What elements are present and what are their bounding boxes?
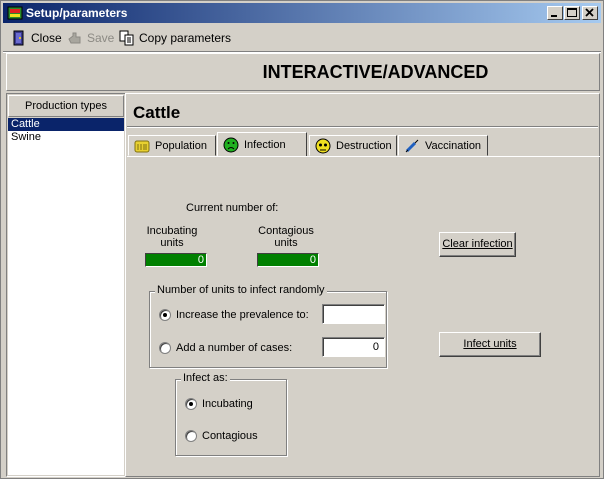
incubating-option-label[interactable]: Incubating xyxy=(202,398,253,410)
door-icon xyxy=(11,30,27,46)
prevalence-option-label[interactable]: Increase the prevalence to: xyxy=(176,309,309,321)
incubating-units-bar: 0 xyxy=(145,253,207,267)
production-types-list[interactable]: Cattle Swine xyxy=(8,118,124,475)
cows-icon xyxy=(134,138,150,154)
tab-strip-line xyxy=(127,156,600,157)
tab-vaccination[interactable]: Vaccination xyxy=(398,135,488,156)
maximize-button[interactable] xyxy=(564,6,580,20)
infect-units-label: Infect units xyxy=(463,338,517,350)
title-divider xyxy=(127,126,598,128)
incubating-units-value: 0 xyxy=(197,254,204,266)
tab-infection[interactable]: Infection xyxy=(217,132,307,156)
contagious-units-value: 0 xyxy=(309,254,316,266)
tab-population[interactable]: Population xyxy=(128,135,216,156)
app-icon xyxy=(7,5,23,21)
cases-input[interactable]: 0 xyxy=(322,337,385,357)
contagious-option-label[interactable]: Contagious xyxy=(202,430,258,442)
tab-infection-label: Infection xyxy=(244,138,286,151)
tab-population-label: Population xyxy=(155,139,207,152)
prevalence-radio[interactable] xyxy=(159,309,171,321)
infect-as-group: Infect as: xyxy=(175,372,287,456)
sick-face-icon xyxy=(223,137,239,153)
maximize-icon xyxy=(567,8,577,17)
production-types-header: Production types xyxy=(8,95,124,117)
infect-units-button[interactable]: Infect units xyxy=(439,332,541,357)
minimize-button[interactable] xyxy=(547,6,563,20)
infect-as-title: Infect as: xyxy=(181,372,230,384)
production-type-swine[interactable]: Swine xyxy=(8,131,124,144)
syringe-icon xyxy=(404,138,420,154)
contagious-units-bar: 0 xyxy=(257,253,319,267)
setup-parameters-window: Setup/parameters Close Save Copy paramet… xyxy=(0,0,604,479)
tab-destruction-label: Destruction xyxy=(336,139,392,152)
prevalence-input[interactable] xyxy=(322,304,385,324)
save-label: Save xyxy=(87,30,115,45)
title-bar[interactable]: Setup/parameters xyxy=(3,3,601,23)
clear-infection-label: Clear infection xyxy=(442,238,513,250)
incubating-units-label: Incubating units xyxy=(146,225,198,249)
production-type-cattle[interactable]: Cattle xyxy=(8,118,124,131)
cases-option-label[interactable]: Add a number of cases: xyxy=(176,342,292,354)
cases-radio[interactable] xyxy=(159,342,171,354)
copy-parameters-button[interactable]: Copy parameters xyxy=(119,29,231,46)
close-icon xyxy=(585,8,594,17)
clear-infection-button[interactable]: Clear infection xyxy=(439,232,516,257)
header-title: INTERACTIVE/ADVANCED xyxy=(262,62,489,82)
close-label: Close xyxy=(31,30,62,45)
tab-destruction[interactable]: Destruction xyxy=(309,135,397,156)
save-toolbar-button[interactable]: Save xyxy=(67,29,114,46)
copy-parameters-label: Copy parameters xyxy=(139,30,232,45)
incubating-radio[interactable] xyxy=(185,398,197,410)
window-title: Setup/parameters xyxy=(26,6,128,20)
toolbar: Close Save Copy parameters xyxy=(3,25,601,49)
close-toolbar-button[interactable]: Close xyxy=(11,29,62,46)
contagious-radio[interactable] xyxy=(185,430,197,442)
minimize-icon xyxy=(551,15,557,17)
header-panel: INTERACTIVE/ADVANCED xyxy=(6,53,600,91)
contagious-units-label: Contagious units xyxy=(258,225,314,249)
skull-icon xyxy=(315,138,331,154)
tab-vaccination-label: Vaccination xyxy=(425,139,482,152)
copy-icon xyxy=(119,30,135,46)
random-infection-title: Number of units to infect randomly xyxy=(155,284,327,296)
save-hand-icon xyxy=(67,30,83,46)
current-number-label: Current number of: xyxy=(186,202,279,214)
production-type-title: Cattle xyxy=(133,103,181,122)
production-types-panel: Production types Cattle Swine xyxy=(6,93,126,477)
close-window-button[interactable] xyxy=(582,6,598,20)
